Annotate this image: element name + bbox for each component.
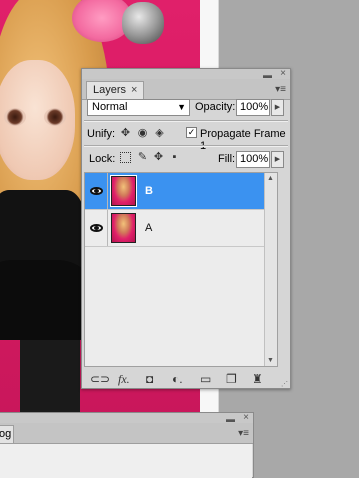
panel-tab-row: Layers × ▾≡: [82, 79, 290, 100]
eye-icon: [89, 224, 103, 232]
lock-move-icon[interactable]: ✥: [152, 151, 165, 164]
adjustment-layer-icon[interactable]: ◐.: [172, 372, 183, 386]
close-button[interactable]: ×: [280, 68, 286, 79]
scroll-down-icon[interactable]: ▼: [267, 357, 274, 364]
add-mask-icon[interactable]: ◘: [146, 372, 153, 386]
tab-log-label: og: [0, 428, 12, 440]
new-layer-icon[interactable]: ❐: [226, 372, 237, 386]
lock-transparent-icon[interactable]: [120, 152, 131, 163]
lock-label: Lock:: [89, 153, 116, 165]
doll-eye-right: [44, 108, 66, 126]
delete-layer-icon[interactable]: ♜: [252, 372, 263, 386]
visibility-toggle[interactable]: [85, 210, 108, 246]
chevron-down-icon: ▼: [177, 102, 186, 112]
layer-row[interactable]: A: [85, 210, 277, 247]
group-folder-icon[interactable]: ▭: [200, 372, 211, 386]
unify-visibility-icon[interactable]: ◉: [136, 127, 149, 140]
panel-titlebar[interactable]: ▬ ×: [0, 412, 253, 424]
eye-icon: [89, 187, 103, 195]
panel-menu-icon[interactable]: ▾≡: [275, 84, 286, 95]
unify-label: Unify:: [87, 128, 116, 140]
resize-grip-icon[interactable]: ⋰: [281, 380, 288, 388]
opacity-label: Opacity:: [195, 101, 236, 113]
tab-log[interactable]: og: [0, 425, 14, 443]
layer-row[interactable]: B: [85, 173, 277, 210]
divider: [84, 120, 288, 122]
opacity-input[interactable]: 100%: [236, 99, 270, 116]
doll-skirt: [0, 260, 90, 340]
panel-menu-icon[interactable]: ▾≡: [238, 428, 249, 439]
scroll-up-icon[interactable]: ▲: [267, 175, 274, 182]
layers-toolbar: ⊂⊃ fx. ◘ ◐. ▭ ❐ ♜ ⋰: [82, 369, 290, 389]
fill-slider-button[interactable]: ▶: [271, 151, 284, 168]
secondary-panel: ▬ × og ▾≡: [0, 412, 254, 478]
layers-list[interactable]: B A ▲ ▼: [84, 172, 278, 367]
divider: [84, 145, 288, 147]
lock-all-icon[interactable]: ▪: [168, 151, 181, 164]
layer-name: A: [145, 222, 153, 234]
layer-thumbnail: [111, 213, 136, 243]
propagate-frame-label: Propagate Frame 1: [200, 128, 286, 152]
tab-layers-label: Layers: [93, 84, 127, 96]
doll-eye-left: [4, 108, 26, 126]
fill-label: Fill:: [218, 153, 236, 165]
panel-tab-row: og ▾≡: [0, 423, 253, 444]
doll-legs: [20, 340, 80, 412]
tab-close-icon[interactable]: ×: [131, 82, 137, 99]
unify-position-icon[interactable]: ✥: [119, 127, 132, 140]
blend-mode-select[interactable]: Normal ▼: [87, 99, 190, 116]
propagate-checkbox[interactable]: ✓: [186, 127, 197, 138]
link-layers-icon[interactable]: ⊂⊃: [90, 372, 110, 386]
layer-thumbnail: [110, 175, 137, 207]
tab-layers[interactable]: Layers ×: [86, 81, 145, 99]
lock-brush-icon[interactable]: ✎: [136, 151, 149, 164]
blend-mode-value: Normal: [92, 101, 128, 113]
unify-style-icon[interactable]: ◈: [153, 127, 166, 140]
visibility-toggle[interactable]: [85, 173, 108, 209]
fx-icon[interactable]: fx.: [118, 372, 130, 386]
opacity-slider-button[interactable]: ▶: [271, 99, 284, 116]
layers-panel: ▬ × Layers × ▾≡ Normal ▼ Opacity: 100% ▶…: [81, 68, 291, 389]
panel-titlebar[interactable]: ▬ ×: [82, 68, 290, 80]
layers-scrollbar[interactable]: ▲ ▼: [264, 173, 277, 366]
skull-ornament: [122, 2, 164, 44]
layer-name: B: [145, 185, 153, 197]
close-button[interactable]: ×: [243, 412, 249, 423]
fill-input[interactable]: 100%: [236, 151, 270, 168]
panel-body: [0, 444, 252, 478]
